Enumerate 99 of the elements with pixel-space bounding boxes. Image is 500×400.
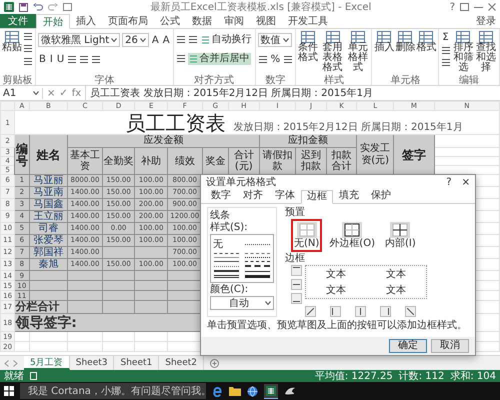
format-button[interactable]: A [162,34,171,46]
preview-text: 文本 [326,284,346,296]
table-cell: 请假扣款 [259,148,296,174]
ribbon-button[interactable]: 排序和筛选 [452,30,474,74]
dialog-button[interactable]: 确定 [389,339,427,353]
sheet-tab[interactable]: 5月工资 [24,356,70,370]
dropdown-field[interactable]: 26 [122,33,149,48]
preset-button[interactable]: 内部(I) [382,219,419,252]
date-text: 发放日期：2015年2月12日 所属日期：2015年1月 [233,120,463,134]
toggle-button[interactable]: 合并后居中 [188,52,251,64]
help-button[interactable]: ? [446,176,452,188]
ribbon-button[interactable]: 粘贴 [2,30,22,54]
ribbon-tab[interactable]: 数据 [186,14,218,28]
ribbon-button[interactable]: 查找和选择 [475,30,497,74]
sheet-title: 员工工资表 [125,112,226,134]
formula-field[interactable]: 员工工资表 发放日期：2015年2月12日 所属日期：2015年1月 [85,86,497,100]
group-label: 编辑 [458,74,480,85]
status-stat: 求和: 104 [450,370,496,383]
ribbon-tab[interactable]: 插入 [70,14,102,28]
ribbon-button[interactable]: 单元格样式 [347,30,370,74]
table-cell: 签字 [393,134,434,174]
group-label: 单元格 [389,74,422,85]
dialog-tab[interactable]: 字体 [269,189,301,203]
help-button[interactable]: ? [450,2,455,12]
format-button[interactable]: B [38,54,47,65]
format-button[interactable]: Σ [441,32,450,42]
preview-text: 文本 [386,268,406,280]
ribbon-button[interactable]: 插入 [374,30,394,54]
name-box[interactable]: A1 [3,88,43,98]
field-label: 颜色(C): [210,284,250,295]
field-label: 样式(S): [210,222,249,233]
table-cell: 全勤奖 [102,148,135,174]
status-stat: 计数: 112 [398,370,444,383]
ribbon-button[interactable]: 套用表格格式 [319,30,346,74]
dialog-tab[interactable]: 保护 [365,189,397,203]
group-label: 样式 [322,74,345,85]
ribbon-button[interactable]: 条件格式 [298,30,318,64]
line-style-option[interactable]: 无 [213,238,240,250]
dialog-tab[interactable]: 填充 [333,189,365,203]
preset-button[interactable]: 无(N) [291,219,322,252]
group-label: 剪贴板 [2,74,33,85]
ribbon-button[interactable]: 删除 [395,30,416,54]
table-cell: 合计(元) [228,148,260,174]
function-button[interactable]: fx [72,88,82,98]
ribbon-tab[interactable]: 视图 [250,14,282,28]
window-title: 最新员工Excel工资表模板.xls [兼容模式] - Excel [149,0,372,14]
close-button[interactable]: × [462,176,470,188]
format-button[interactable]: A [150,34,160,46]
table-cell: 应发金额 [68,134,260,148]
dialog-tab[interactable]: 边框 [301,190,333,204]
table-cell: 补助 [134,148,168,174]
dialog-tab[interactable]: 对齐 [237,189,269,203]
preview-text: 文本 [386,284,406,296]
sign-in-link[interactable]: 登录 [472,14,500,28]
ribbon-tab[interactable]: 文件 [0,14,36,28]
table-cell: 绩效 [167,148,202,174]
table-cell: 实发工资(元) [356,134,394,174]
table-cell: 王立丽 [29,210,68,222]
dropdown-field[interactable]: 数值 [258,33,292,48]
group-label: 数字 [264,74,286,85]
color-dropdown[interactable]: 自动 [210,296,274,310]
group-title: 线条 [210,210,231,221]
table-cell: 基本工资 [68,148,102,174]
ribbon-tab[interactable]: 开发工具 [282,14,334,28]
format-button[interactable]: I [48,54,54,65]
ribbon-tab[interactable]: 开始 [36,14,70,29]
section-label: 边框 [285,253,306,264]
border-preview[interactable]: 文本 文本 文本 文本 [305,265,427,299]
ribbon-button[interactable]: 格式 [416,30,436,54]
section-label: 预置 [285,207,306,218]
line-style-list[interactable]: 无 [210,234,274,283]
format-button[interactable]: U [56,54,66,65]
toggle-button[interactable]: 自动换行 [200,34,253,46]
dialog-title: 设置单元格格式 [206,176,277,189]
dialog-button[interactable]: 取消 [431,339,469,353]
dropdown-field[interactable]: 微软雅黑 Light [38,33,120,48]
group-label: 对齐方式 [193,74,236,85]
table-cell: 郭国祥 [29,246,68,258]
table-cell: 奖金 [202,148,229,174]
preset-button[interactable]: 外边框(O) [326,219,378,252]
table-cell: 分栏合计 [14,300,68,314]
search-field[interactable]: 我是 Cortana，小娜。有问题尽管问我。 [20,383,206,399]
table-cell: 扣款合计 [326,148,357,174]
format-button[interactable]: % [270,54,282,65]
cancel-button[interactable]: × [47,88,56,98]
table-cell: 迟到扣款 [296,148,326,174]
dialog-tab[interactable]: 数字 [205,189,237,203]
enter-button[interactable]: ✓ [59,88,68,98]
ribbon-tab[interactable]: 审阅 [218,14,250,28]
ribbon-tab[interactable]: 页面布局 [102,14,154,28]
ribbon-tab[interactable]: 公式 [154,14,186,28]
group-label: 字体 [93,74,116,85]
table-cell: 编号 [14,134,29,174]
status-text: 就绪 [4,370,24,383]
table-cell: 张爱琴 [29,234,68,246]
table-cell: 应扣金额 [259,134,357,148]
table-cell: 姓名 [29,134,68,174]
preview-text: 文本 [326,268,346,280]
status-stat: 平均值: 1227.25 [314,370,393,383]
